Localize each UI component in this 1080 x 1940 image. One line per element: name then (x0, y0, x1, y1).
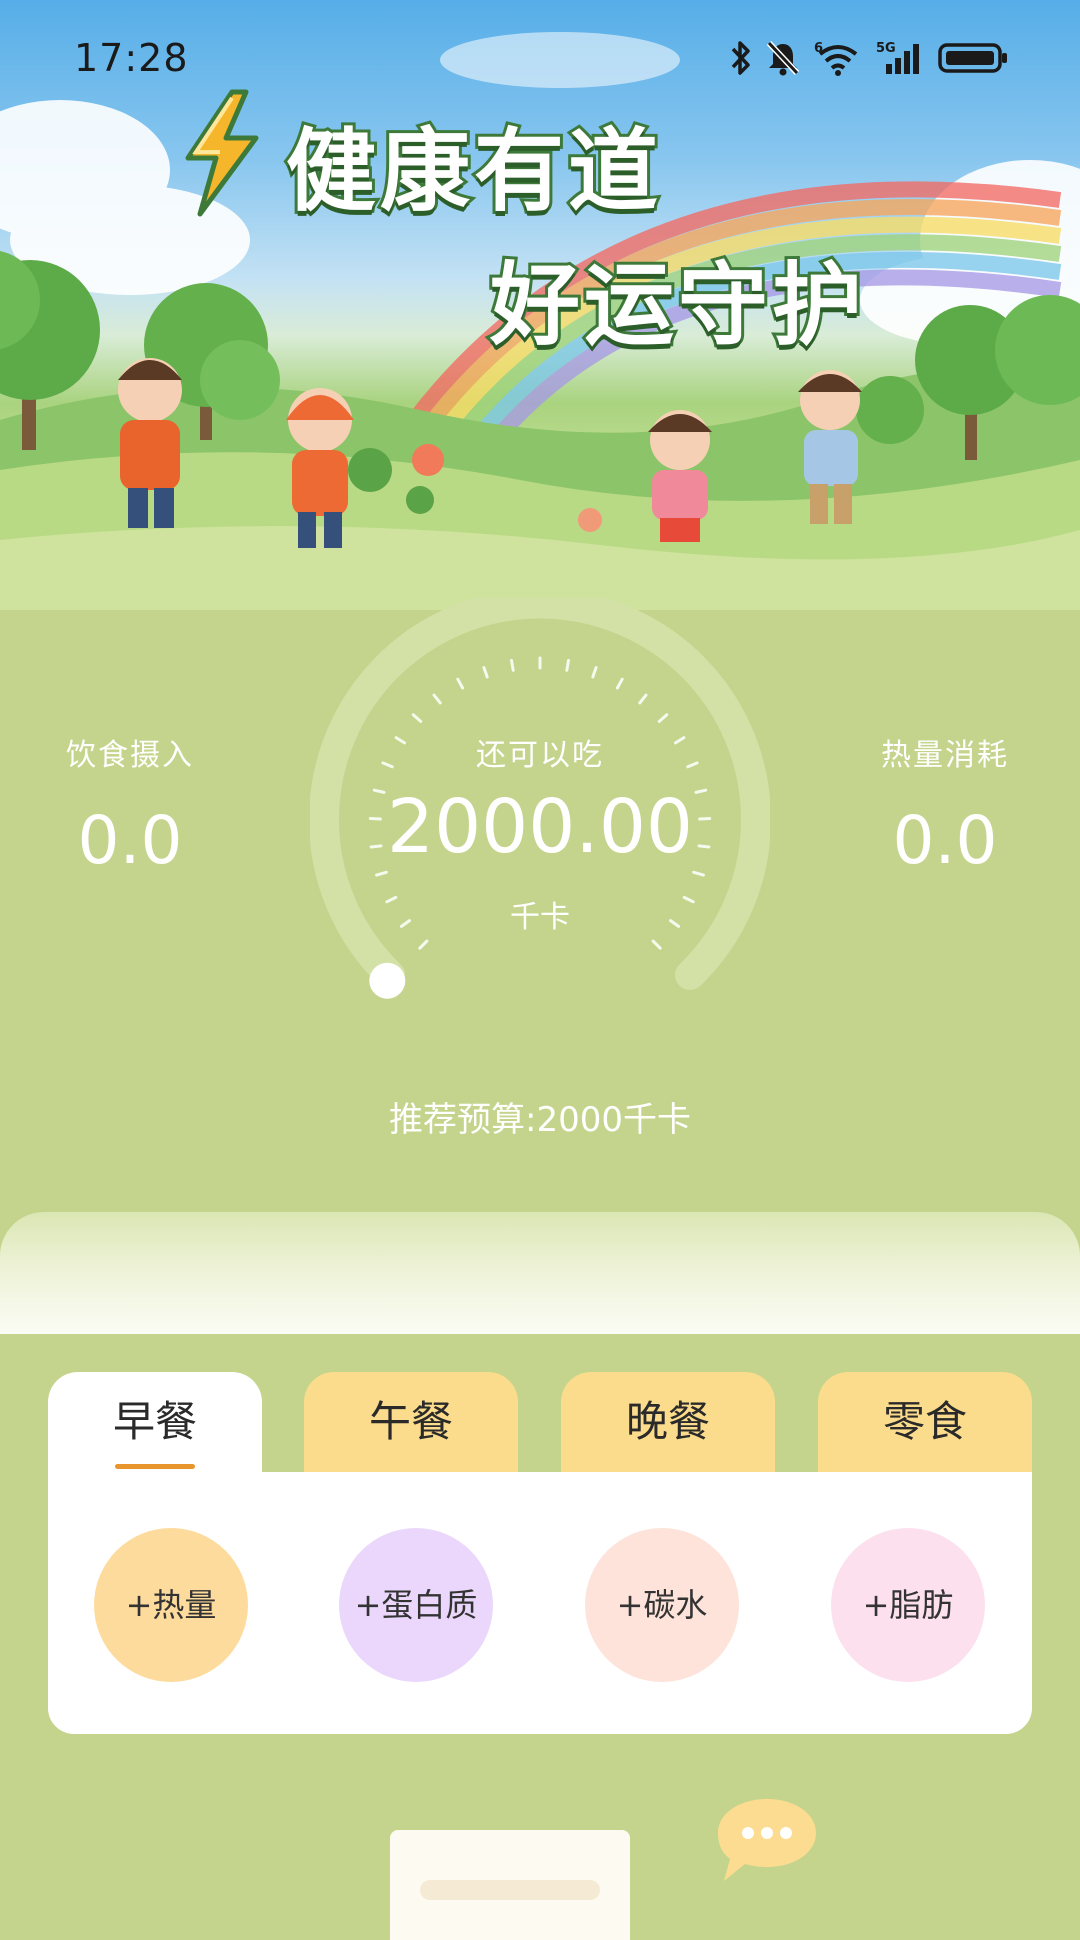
battery-icon (938, 40, 1010, 80)
chat-bubble-icon[interactable] (712, 1795, 822, 1889)
dial-tick (375, 870, 388, 877)
add-carbs-button[interactable]: +碳水 (585, 1528, 739, 1682)
dial-tick (615, 677, 624, 690)
dial-tick (657, 713, 669, 723)
dial-tick (692, 870, 705, 877)
dial-tick (651, 939, 662, 950)
recommended-budget: 推荐预算:2000千卡 (389, 1100, 691, 1140)
bottom-sheet[interactable] (390, 1830, 630, 1940)
tab-breakfast[interactable]: 早餐 (48, 1372, 262, 1484)
dial-tick (411, 713, 423, 723)
dial-tick (591, 666, 598, 679)
add-calories-button[interactable]: +热量 (94, 1528, 248, 1682)
tab-breakfast-label: 早餐 (112, 1397, 197, 1446)
nutrient-card: +热量 +蛋白质 +碳水 +脂肪 (48, 1472, 1032, 1734)
lightning-bolt-icon (170, 88, 270, 222)
remaining-label: 还可以吃 (476, 738, 604, 773)
dial-tick (456, 677, 465, 690)
tab-dinner-label: 晚餐 (625, 1397, 710, 1446)
intake-value: 0.0 (77, 802, 183, 879)
svg-text:6: 6 (814, 41, 823, 56)
remaining-value: 2000.00 (386, 784, 693, 870)
burned-stat: 热量消耗 0.0 (845, 730, 1045, 879)
dial-knob[interactable] (369, 962, 406, 999)
signal-5g-icon: 5G (876, 40, 924, 80)
dial-tick (432, 693, 442, 705)
intake-label: 饮食摄入 (66, 738, 194, 773)
remaining-unit: 千卡 (510, 900, 570, 935)
dial-tick (418, 939, 429, 950)
bluetooth-icon (730, 40, 752, 80)
tab-lunch-label: 午餐 (368, 1397, 453, 1446)
tab-dinner[interactable]: 晚餐 (561, 1372, 775, 1472)
panel-header (0, 1212, 1080, 1334)
dial-tick (482, 666, 489, 679)
tab-lunch[interactable]: 午餐 (304, 1372, 518, 1472)
banner-title-line2: 好运守护 (487, 250, 866, 361)
bottom-sheet-handle[interactable] (420, 1880, 600, 1900)
status-icons: 6 5G (730, 40, 1010, 80)
burned-value: 0.0 (892, 802, 998, 879)
dial-tick (399, 919, 411, 928)
banner-title-line1: 健康有道 (283, 116, 662, 227)
svg-text:5G: 5G (876, 41, 896, 56)
dial-tick (510, 658, 515, 672)
dial-tick (565, 658, 570, 672)
wifi-6-icon: 6 (814, 40, 862, 80)
dial-tick (638, 693, 648, 705)
tab-snack-label: 零食 (882, 1397, 967, 1446)
tab-active-indicator (115, 1464, 195, 1469)
mute-bell-icon (766, 40, 800, 80)
intake-stat: 饮食摄入 0.0 (30, 730, 230, 879)
burned-label: 热量消耗 (881, 738, 1009, 773)
add-protein-button[interactable]: +蛋白质 (339, 1528, 493, 1682)
tab-snack[interactable]: 零食 (818, 1372, 1032, 1472)
status-time: 17:28 (74, 36, 189, 80)
hero-banner: 17:28 6 5G 健康有道 好运守护 (0, 0, 1080, 610)
dial-tick (682, 895, 695, 904)
dial-tick (669, 919, 681, 928)
add-fat-button[interactable]: +脂肪 (831, 1528, 985, 1682)
meal-tabs: 早餐 午餐 晚餐 零食 (48, 1372, 1032, 1484)
dial-tick (385, 895, 398, 904)
